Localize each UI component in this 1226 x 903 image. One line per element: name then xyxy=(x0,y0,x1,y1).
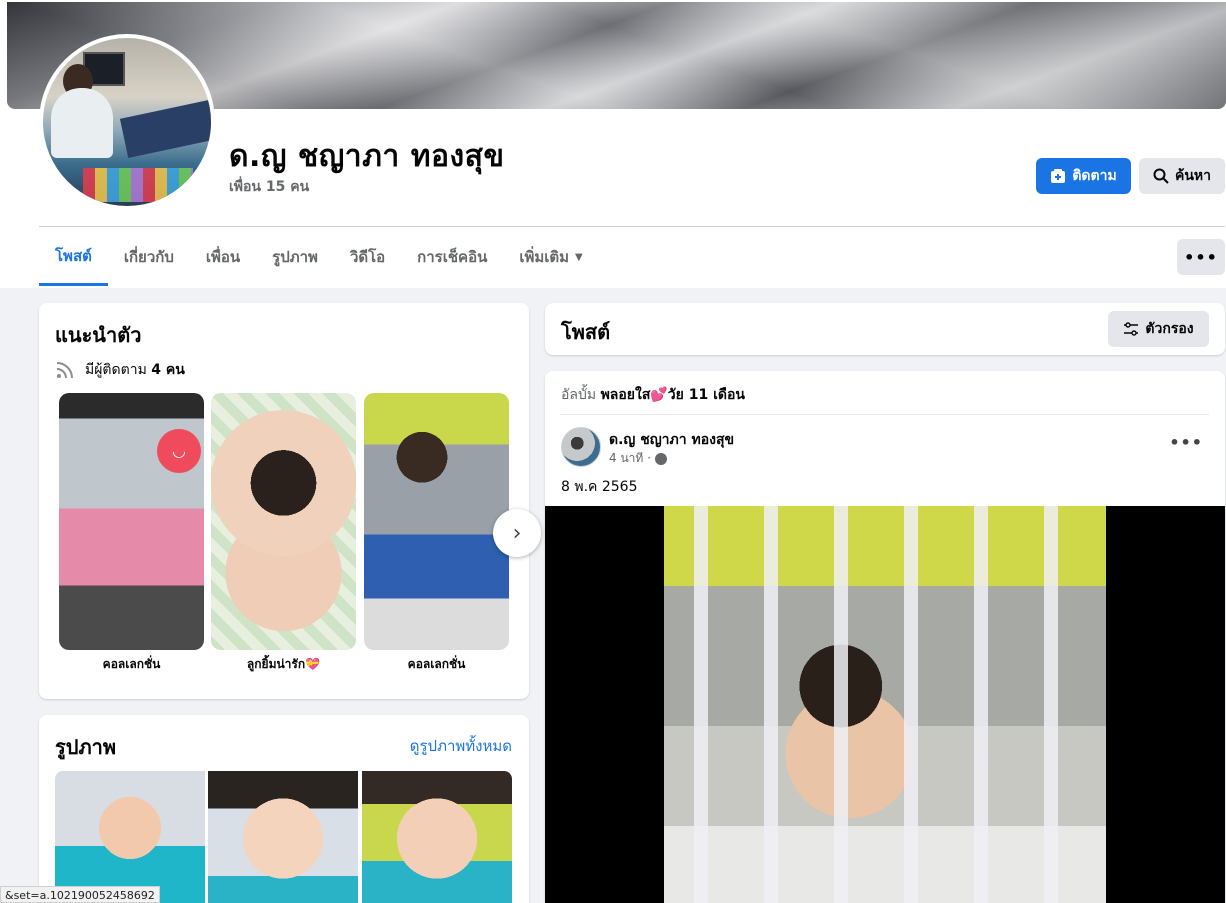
post-video[interactable] xyxy=(545,506,1225,903)
post-author-link[interactable]: ด.ญ ชญาภา ทองสุข xyxy=(609,429,734,451)
more-options-button[interactable]: ••• xyxy=(1177,239,1225,275)
post-card: อัลบั้ม พลอยใส💕วัย 11 เดือน ด.ญ ชญาภา ทอ… xyxy=(545,371,1225,903)
highlight-caption: ลูกยิ้มน่ารัก💝 xyxy=(246,657,321,671)
profile-tabs: โพสต์ เกี่ยวกับ เพื่อน รูปภาพ วิดีโอ การ… xyxy=(39,228,599,286)
tab-about[interactable]: เกี่ยวกับ xyxy=(108,228,190,286)
post-time-text: 4 นาที · xyxy=(609,451,651,465)
photos-card: รูปภาพ ดูรูปภาพทั้งหมด xyxy=(39,715,529,903)
friends-count[interactable]: เพื่อน 15 คน xyxy=(229,176,309,198)
intro-card: แนะนำตัว มีผู้ติดตาม 4 คน ◡ คอลเลกชั่น ล… xyxy=(39,303,541,699)
photos-title[interactable]: รูปภาพ xyxy=(55,731,116,763)
highlight-caption: คอลเลกชั่น xyxy=(102,657,161,671)
photo-thumbnail[interactable] xyxy=(362,771,512,903)
post-timestamp[interactable]: 4 นาที · xyxy=(609,449,667,468)
tab-videos[interactable]: วิดีโอ xyxy=(334,228,401,286)
post-author-avatar[interactable] xyxy=(561,427,601,467)
tab-label: รูปภาพ xyxy=(272,248,318,266)
chevron-right-icon: › xyxy=(512,520,522,546)
tab-label: วิดีโอ xyxy=(349,248,386,266)
followers-row: มีผู้ติดตาม 4 คน xyxy=(55,359,185,381)
followers-count[interactable]: 4 คน xyxy=(151,362,185,378)
tab-label: เพิ่มเติม xyxy=(519,248,570,266)
tab-label: เกี่ยวกับ xyxy=(123,248,174,266)
album-line: อัลบั้ม พลอยใส💕วัย 11 เดือน xyxy=(561,384,745,406)
status-bar-url: &set=a.102190052458692 xyxy=(0,886,160,903)
followers-text: มีผู้ติดตาม 4 คน xyxy=(85,359,185,381)
follow-button[interactable]: ติดตาม xyxy=(1036,158,1131,194)
follow-label: ติดตาม xyxy=(1072,168,1117,184)
posts-title: โพสต์ xyxy=(561,320,611,344)
avatar-person xyxy=(51,88,113,158)
tab-photos[interactable]: รูปภาพ xyxy=(256,228,334,286)
profile-avatar[interactable] xyxy=(43,38,211,206)
filter-label: ตัวกรอง xyxy=(1145,321,1194,337)
search-button[interactable]: ค้นหา xyxy=(1139,158,1225,194)
next-arrow-button[interactable]: › xyxy=(493,509,541,557)
highlight-collection-1[interactable]: ◡ xyxy=(59,393,204,650)
highlight-collection-2[interactable] xyxy=(211,393,356,650)
highlight-caption: คอลเลกชั่น xyxy=(407,657,466,671)
profile-name: ด.ญ ชญาภา ทองสุข xyxy=(229,139,505,174)
filter-button[interactable]: ตัวกรอง xyxy=(1108,311,1209,347)
tab-label: โพสต์ xyxy=(55,246,92,265)
follow-icon xyxy=(1051,169,1066,183)
heart-icon: ◡ xyxy=(157,429,201,473)
post-options-button[interactable]: ••• xyxy=(1169,433,1203,452)
see-all-photos-link[interactable]: ดูรูปภาพทั้งหมด xyxy=(410,734,512,758)
tab-more[interactable]: เพิ่มเติม ▼ xyxy=(503,228,598,286)
filter-icon xyxy=(1124,322,1139,336)
album-prefix: อัลบั้ม xyxy=(561,387,597,403)
album-name-link[interactable]: พลอยใส💕วัย 11 เดือน xyxy=(601,387,745,403)
post-text: 8 พ.ค 2565 xyxy=(561,479,638,495)
followers-prefix: มีผู้ติดตาม xyxy=(85,362,147,378)
post-divider xyxy=(561,414,1209,415)
tab-posts[interactable]: โพสต์ xyxy=(39,228,108,286)
avatar-bed xyxy=(119,98,211,158)
tab-label: เพื่อน xyxy=(205,248,241,266)
tab-checkins[interactable]: การเช็คอิน xyxy=(401,228,503,286)
header-divider xyxy=(39,226,1225,227)
globe-icon xyxy=(654,452,667,465)
tab-friends[interactable]: เพื่อน xyxy=(190,228,256,286)
tab-label: การเช็คอิน xyxy=(417,248,488,266)
highlight-collection-3[interactable] xyxy=(364,393,509,650)
posts-header-card: โพสต์ ตัวกรอง xyxy=(545,303,1225,355)
intro-title: แนะนำตัว xyxy=(55,323,142,347)
rss-icon xyxy=(56,362,73,379)
caret-down-icon: ▼ xyxy=(575,251,583,263)
photo-thumbnail[interactable] xyxy=(55,771,205,903)
search-label: ค้นหา xyxy=(1174,168,1212,184)
avatar-figures xyxy=(83,168,193,202)
photo-thumbnail[interactable] xyxy=(208,771,358,903)
video-frame xyxy=(664,506,1106,903)
search-icon xyxy=(1153,168,1169,184)
